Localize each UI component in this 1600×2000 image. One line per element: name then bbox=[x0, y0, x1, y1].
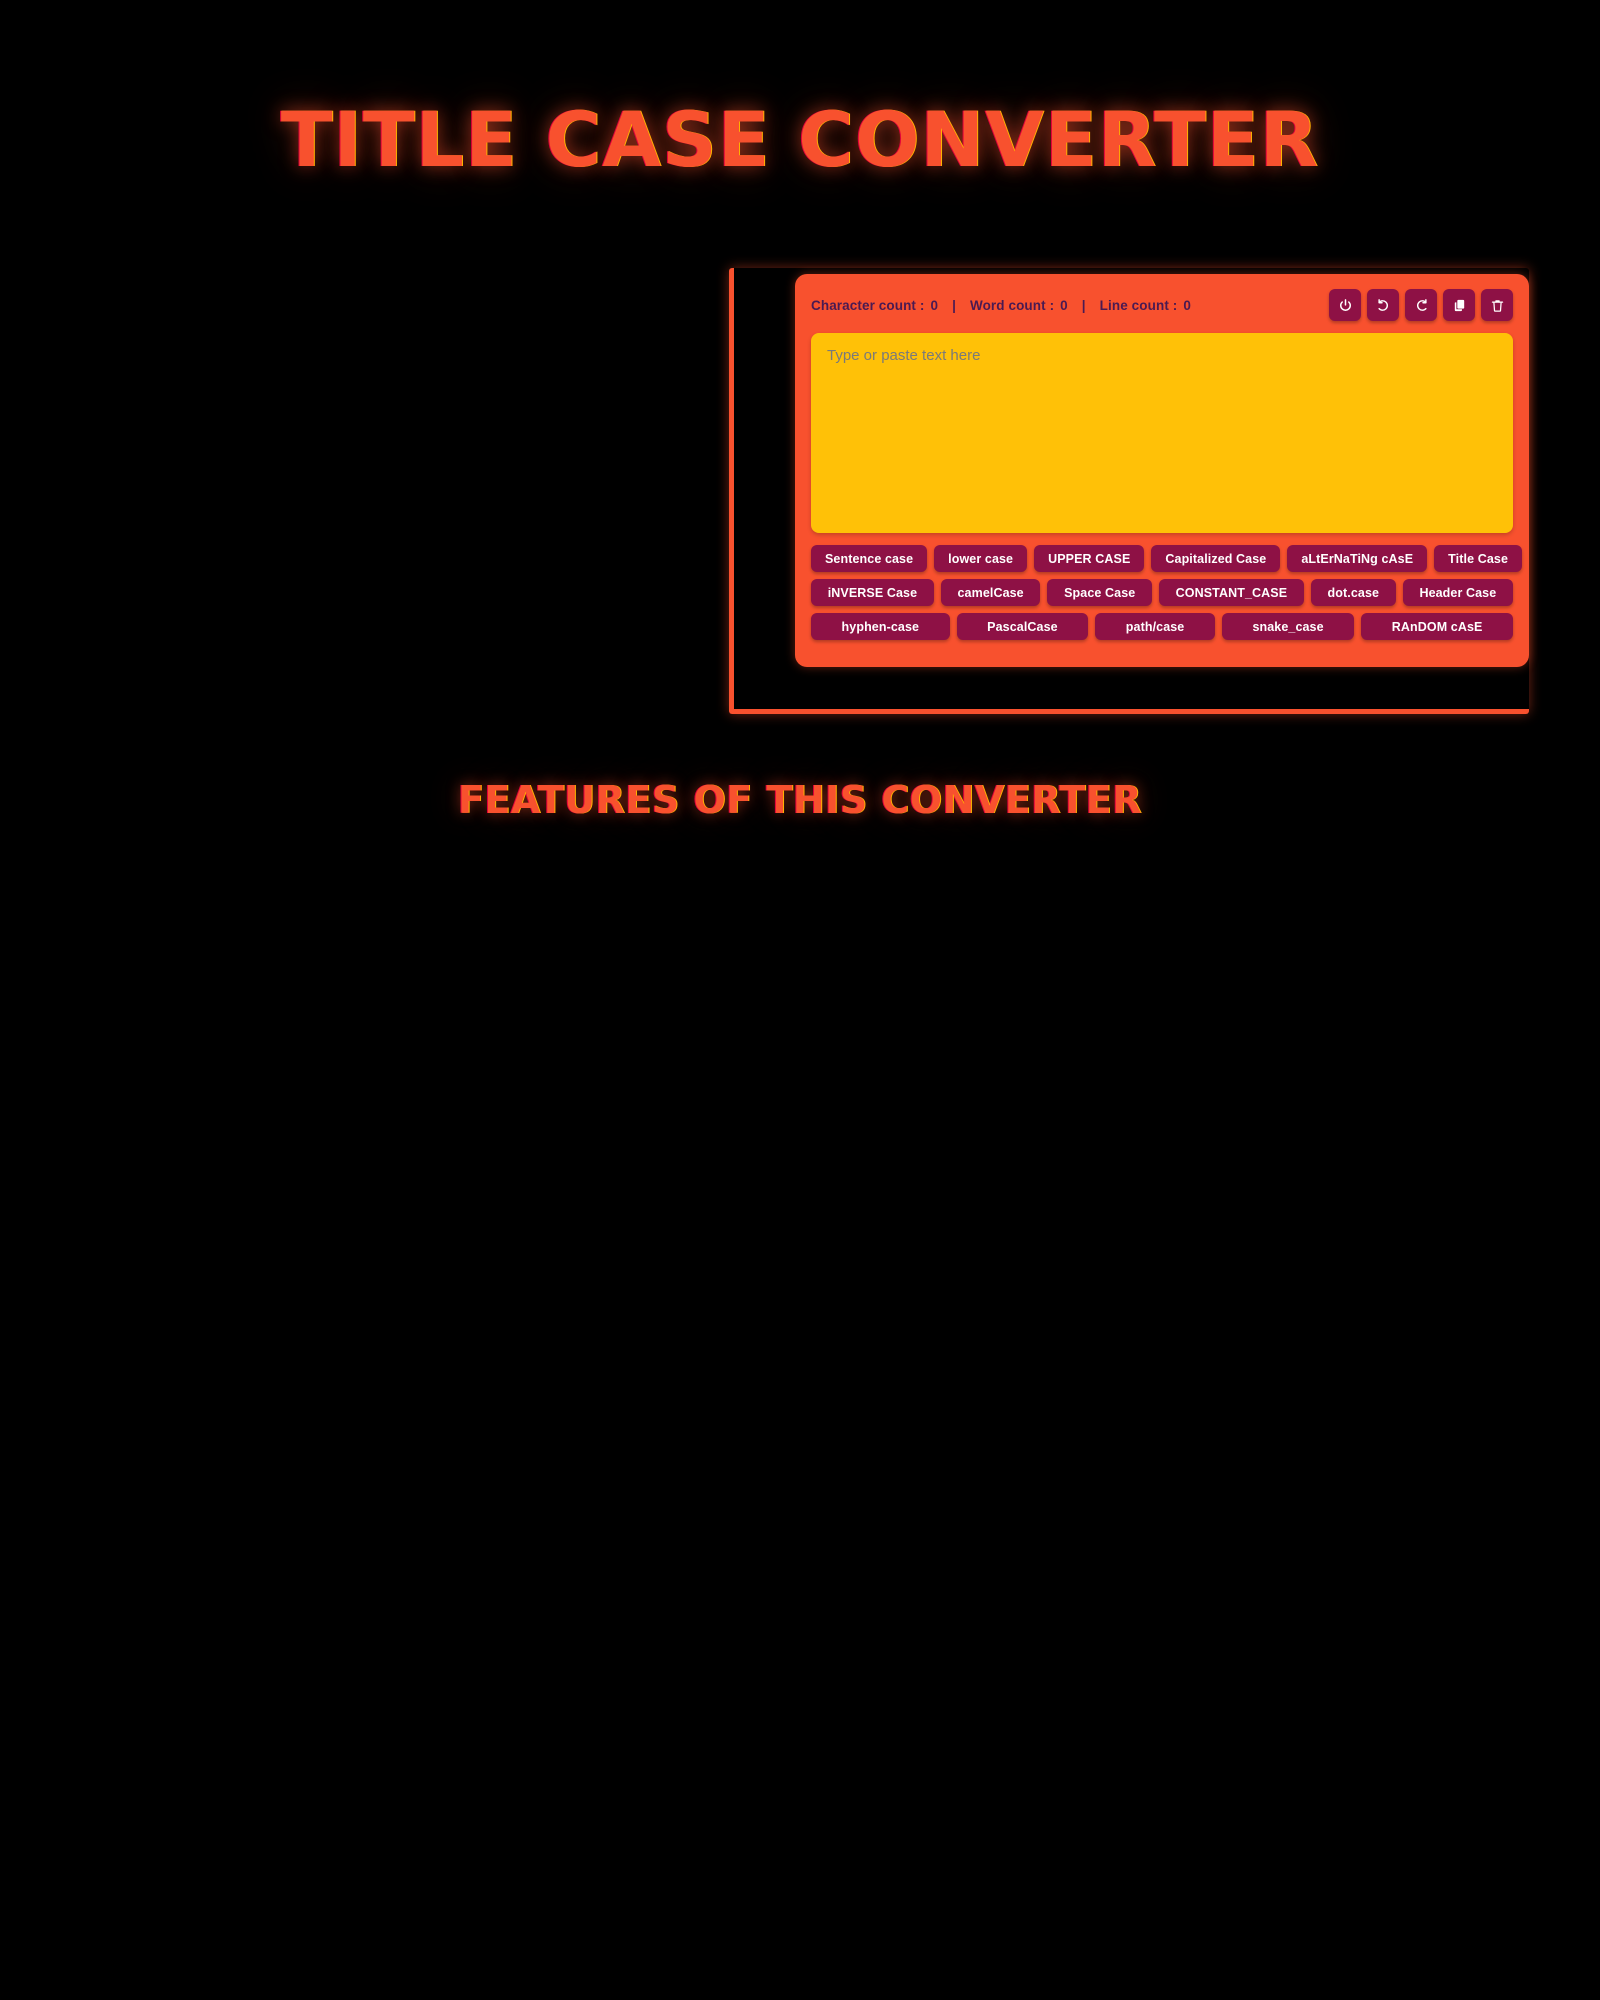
undo-icon bbox=[1376, 298, 1391, 313]
line-count-value: 0 bbox=[1183, 297, 1191, 313]
power-button[interactable] bbox=[1329, 289, 1361, 321]
case-button-sentence-case[interactable]: Sentence case bbox=[811, 545, 928, 572]
features-heading: FEATURES OF THIS CONVERTER bbox=[458, 778, 1142, 822]
character-count-label: Character count : bbox=[811, 297, 925, 313]
trash-icon bbox=[1490, 298, 1505, 313]
case-button-constant-case[interactable]: CONSTANT_CASE bbox=[1158, 579, 1304, 606]
card-header: Character count : 0 | Word count : 0 | L… bbox=[811, 288, 1513, 322]
character-count: Character count : 0 bbox=[811, 298, 938, 313]
case-button-pascal-case[interactable]: PascalCase bbox=[956, 613, 1089, 640]
converter-card: Character count : 0 | Word count : 0 | L… bbox=[795, 274, 1529, 667]
line-count: Line count : 0 bbox=[1100, 298, 1191, 313]
case-button-random-case[interactable]: RAnDOM cAsE bbox=[1361, 613, 1513, 640]
clear-button[interactable] bbox=[1481, 289, 1513, 321]
counters: Character count : 0 | Word count : 0 | L… bbox=[811, 298, 1191, 313]
case-button-lower-case[interactable]: lower case bbox=[934, 545, 1028, 572]
case-button-space-case[interactable]: Space Case bbox=[1047, 579, 1152, 606]
case-button-dot-case[interactable]: dot.case bbox=[1310, 579, 1396, 606]
word-count-label: Word count : bbox=[969, 297, 1055, 313]
case-button-snake-case[interactable]: snake_case bbox=[1221, 613, 1355, 640]
case-button-hyphen-case[interactable]: hyphen-case bbox=[811, 613, 950, 640]
word-count: Word count : 0 bbox=[970, 298, 1068, 313]
case-button-alternating-case[interactable]: aLtErNaTiNg cAsE bbox=[1287, 545, 1428, 572]
case-button-path-case[interactable]: path/case bbox=[1095, 613, 1215, 640]
copy-button[interactable] bbox=[1443, 289, 1475, 321]
case-button-row-2: iNVERSE Case camelCase Space Case CONSTA… bbox=[811, 579, 1513, 606]
case-button-header-case[interactable]: Header Case bbox=[1402, 579, 1513, 606]
character-count-value: 0 bbox=[930, 297, 939, 313]
copy-icon bbox=[1452, 298, 1467, 313]
case-button-upper-case[interactable]: UPPER CASE bbox=[1034, 545, 1145, 572]
text-input[interactable] bbox=[811, 333, 1513, 533]
redo-icon bbox=[1414, 298, 1429, 313]
line-count-label: Line count : bbox=[1099, 297, 1178, 313]
case-button-inverse-case[interactable]: iNVERSE Case bbox=[811, 579, 934, 606]
undo-button[interactable] bbox=[1367, 289, 1399, 321]
case-button-title-case[interactable]: Title Case bbox=[1434, 545, 1522, 572]
page-title: TITLE CASE CONVERTER bbox=[280, 95, 1320, 184]
case-button-row-3: hyphen-case PascalCase path/case snake_c… bbox=[811, 613, 1513, 640]
icon-button-group bbox=[1329, 289, 1513, 321]
page-root: TITLE CASE CONVERTER Character count : 0… bbox=[0, 0, 1600, 2000]
case-button-capitalized-case[interactable]: Capitalized Case bbox=[1151, 545, 1281, 572]
case-button-grid: Sentence case lower case UPPER CASE Capi… bbox=[811, 545, 1522, 640]
power-icon bbox=[1338, 298, 1353, 313]
counter-separator: | bbox=[952, 297, 956, 313]
counter-separator: | bbox=[1081, 297, 1086, 313]
word-count-value: 0 bbox=[1060, 297, 1068, 313]
redo-button[interactable] bbox=[1405, 289, 1437, 321]
case-button-camel-case[interactable]: camelCase bbox=[940, 579, 1041, 606]
case-button-row-1: Sentence case lower case UPPER CASE Capi… bbox=[811, 545, 1522, 572]
